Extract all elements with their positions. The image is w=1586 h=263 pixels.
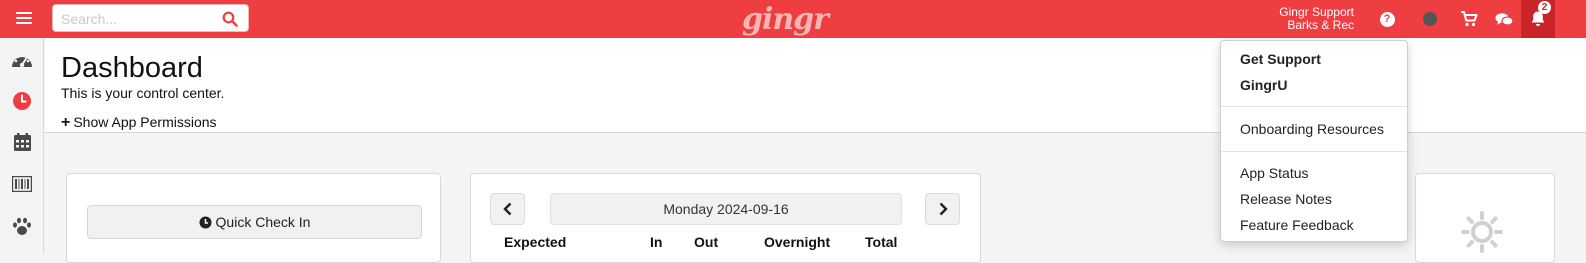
help-icon[interactable]: ?	[1377, 9, 1397, 29]
menu-item-onboarding-resources[interactable]: Onboarding Resources	[1240, 121, 1384, 137]
plus-icon: +	[61, 114, 71, 131]
sidebar-item-calendar[interactable]	[0, 122, 44, 162]
column-header-overnight: Overnight	[764, 234, 831, 250]
user-account-menu[interactable]: Gingr Support Barks & Rec	[1279, 6, 1354, 32]
next-day-button[interactable]	[925, 193, 960, 225]
daily-overview-card: Monday 2024-09-16 Expected In Out Overni…	[470, 173, 981, 263]
weather-card	[1415, 173, 1555, 263]
quick-check-in-card: Quick Check In	[66, 173, 441, 263]
cart-icon[interactable]	[1459, 9, 1479, 29]
chevron-left-icon	[502, 202, 511, 216]
column-header-total: Total	[865, 234, 898, 250]
menu-divider	[1221, 106, 1407, 107]
top-navigation-bar: gingr Gingr Support Barks & Rec ? 2	[0, 0, 1586, 38]
notification-badge: 2	[1538, 1, 1551, 14]
dashboard-gauge-icon	[12, 53, 32, 68]
quick-check-in-button[interactable]: Quick Check In	[87, 205, 422, 239]
menu-item-release-notes[interactable]: Release Notes	[1240, 191, 1332, 207]
barcode-icon	[12, 176, 32, 192]
sidebar	[0, 38, 44, 254]
show-app-permissions-link[interactable]: + Show App Permissions	[61, 114, 217, 132]
column-header-out: Out	[694, 234, 719, 250]
sidebar-item-dashboard[interactable]	[0, 40, 44, 80]
column-header-expected: Expected	[504, 234, 567, 250]
menu-item-gingru[interactable]: GingrU	[1240, 77, 1287, 93]
paw-icon	[13, 217, 31, 235]
notifications-button[interactable]: 2	[1521, 0, 1555, 38]
search-box	[52, 4, 249, 32]
calendar-icon	[13, 133, 31, 151]
clock-icon	[13, 92, 31, 110]
page-title: Dashboard	[61, 52, 203, 84]
sidebar-item-reservations[interactable]	[0, 81, 44, 121]
menu-item-app-status[interactable]: App Status	[1240, 165, 1309, 181]
sidebar-item-pos[interactable]	[0, 164, 44, 204]
column-header-in: In	[650, 234, 663, 250]
chevron-right-icon	[939, 202, 948, 216]
quick-check-in-label: Quick Check In	[215, 214, 311, 230]
menu-item-get-support[interactable]: Get Support	[1240, 51, 1321, 67]
clock-icon	[199, 216, 212, 228]
gingr-logo[interactable]: gingr	[742, 2, 829, 37]
support-dropdown-menu: Get Support GingrU Onboarding Resources …	[1220, 40, 1408, 242]
sun-icon	[1461, 211, 1503, 253]
menu-icon[interactable]	[12, 9, 36, 29]
page-subtitle: This is your control center.	[61, 85, 225, 101]
sidebar-item-animals[interactable]	[0, 206, 44, 246]
location-name: Barks & Rec	[1287, 18, 1354, 32]
show-app-permissions-label: Show App Permissions	[73, 114, 217, 130]
status-indicator-icon[interactable]	[1420, 9, 1440, 29]
date-selector[interactable]: Monday 2024-09-16	[550, 193, 902, 225]
search-input[interactable]	[61, 9, 211, 29]
menu-item-feature-feedback[interactable]: Feature Feedback	[1240, 217, 1354, 233]
menu-divider	[1221, 151, 1407, 152]
chat-icon[interactable]	[1494, 9, 1514, 29]
search-icon[interactable]	[222, 11, 238, 27]
previous-day-button[interactable]	[490, 193, 525, 225]
